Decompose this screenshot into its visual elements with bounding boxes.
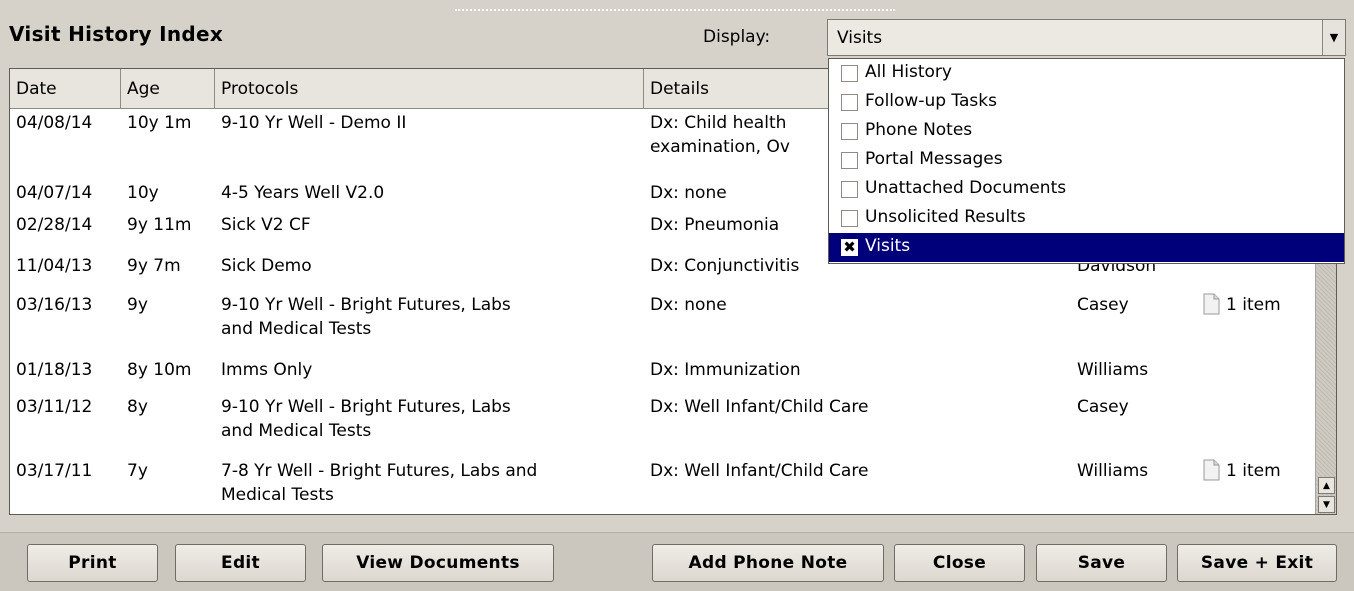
cell-protocol: 4-5 Years Well V2.0: [221, 183, 385, 203]
cell-age: 8y: [127, 397, 148, 417]
column-header-date[interactable]: Date: [10, 69, 121, 109]
display-dropdown-list: All History Follow-up Tasks Phone Notes Por…: [828, 58, 1345, 264]
arrow-up-icon[interactable]: ▲: [1318, 477, 1335, 494]
cell-age: 10y: [127, 183, 159, 203]
cell-date: 02/28/14: [16, 215, 93, 235]
cell-details: Dx: Well Infant/Child Care: [650, 461, 869, 481]
checkbox-icon[interactable]: [841, 152, 858, 169]
cell-protocol: 7-8 Yr Well - Bright Futures, Labs and: [221, 461, 538, 481]
cell-date: 04/08/14: [16, 113, 93, 133]
cell-provider: Williams: [1077, 360, 1149, 380]
dropdown-option-label: Phone Notes: [865, 120, 973, 140]
cell-date: 03/17/11: [16, 461, 93, 481]
cell-provider: Casey: [1077, 397, 1129, 417]
document-icon[interactable]: [1203, 459, 1220, 481]
checkbox-icon[interactable]: [841, 65, 858, 82]
cell-provider: Williams: [1077, 461, 1149, 481]
cell-protocol: and Medical Tests: [221, 319, 372, 339]
cell-provider: Casey: [1077, 295, 1129, 315]
add-phone-note-button[interactable]: Add Phone Note: [652, 544, 884, 582]
cell-attachments[interactable]: 1 item: [1226, 460, 1281, 483]
save-button[interactable]: Save: [1036, 544, 1167, 582]
edit-button[interactable]: Edit: [175, 544, 306, 582]
arrow-down-icon[interactable]: ▼: [1318, 496, 1335, 513]
cell-protocol: Sick Demo: [221, 256, 312, 276]
cell-age: 7y: [127, 461, 148, 481]
cell-date: 04/07/14: [16, 183, 93, 203]
dropdown-option[interactable]: Portal Messages: [829, 146, 1344, 175]
column-header-protocols[interactable]: Protocols: [215, 69, 644, 109]
save-exit-button[interactable]: Save + Exit: [1177, 544, 1337, 582]
checkbox-icon[interactable]: [841, 94, 858, 111]
dropdown-option-label: Visits: [865, 236, 911, 256]
cell-details: Dx: Conjunctivitis: [650, 256, 800, 276]
cell-protocol: Imms Only: [221, 360, 313, 380]
dropdown-option[interactable]: Unattached Documents: [829, 175, 1344, 204]
cell-age: 8y 10m: [127, 360, 192, 380]
cell-protocol: Sick V2 CF: [221, 215, 311, 235]
display-select-value: Visits: [837, 28, 883, 48]
chevron-down-icon[interactable]: ▼: [1322, 20, 1345, 55]
cell-age: 9y 11m: [127, 215, 192, 235]
cell-date: 11/04/13: [16, 256, 93, 276]
cell-date: 01/18/13: [16, 360, 93, 380]
cell-details: Dx: Child health: [650, 113, 787, 133]
dropdown-option[interactable]: All History: [829, 59, 1344, 88]
cell-details: Dx: Well Infant/Child Care: [650, 397, 869, 417]
document-icon[interactable]: [1203, 293, 1220, 315]
dropdown-option[interactable]: Phone Notes: [829, 117, 1344, 146]
view-documents-button[interactable]: View Documents: [322, 544, 554, 582]
cell-protocol: 9-10 Yr Well - Demo II: [221, 113, 407, 133]
cell-details: Dx: Pneumonia: [650, 215, 780, 235]
cell-age: 9y: [127, 295, 148, 315]
display-select[interactable]: Visits ▼: [827, 19, 1346, 56]
cell-details: Dx: none: [650, 295, 727, 315]
cell-details: Dx: none: [650, 183, 727, 203]
cell-details: examination, Ov: [650, 137, 790, 157]
cell-protocol: and Medical Tests: [221, 421, 372, 441]
cell-date: 03/11/12: [16, 397, 93, 417]
checkbox-icon[interactable]: [841, 181, 858, 198]
cell-protocol: 9-10 Yr Well - Bright Futures, Labs: [221, 397, 511, 417]
display-label: Display:: [703, 27, 771, 47]
cell-age: 10y 1m: [127, 113, 192, 133]
dropdown-option-label: Unsolicited Results: [865, 207, 1026, 227]
dropdown-option-label: All History: [865, 62, 952, 82]
column-header-age[interactable]: Age: [121, 69, 215, 109]
page-title: Visit History Index: [9, 22, 224, 46]
dropdown-option-label: Portal Messages: [865, 149, 1003, 169]
cell-date: 03/16/13: [16, 295, 93, 315]
dropdown-option-label: Follow-up Tasks: [865, 91, 997, 111]
cell-attachments[interactable]: 1 item: [1226, 294, 1281, 317]
dropdown-option-label: Unattached Documents: [865, 178, 1067, 198]
dropdown-option[interactable]: Follow-up Tasks: [829, 88, 1344, 117]
close-button[interactable]: Close: [894, 544, 1025, 582]
checkbox-checked-icon[interactable]: ✖: [841, 239, 858, 256]
cell-protocol: Medical Tests: [221, 485, 334, 505]
cell-protocol: 9-10 Yr Well - Bright Futures, Labs: [221, 295, 511, 315]
cell-details: Dx: Immunization: [650, 360, 801, 380]
checkbox-icon[interactable]: [841, 210, 858, 227]
checkbox-icon[interactable]: [841, 123, 858, 140]
drag-grip[interactable]: [455, 9, 895, 11]
print-button[interactable]: Print: [27, 544, 158, 582]
dropdown-option[interactable]: ✖ Visits: [829, 233, 1344, 262]
dropdown-option[interactable]: Unsolicited Results: [829, 204, 1344, 233]
cell-age: 9y 7m: [127, 256, 181, 276]
